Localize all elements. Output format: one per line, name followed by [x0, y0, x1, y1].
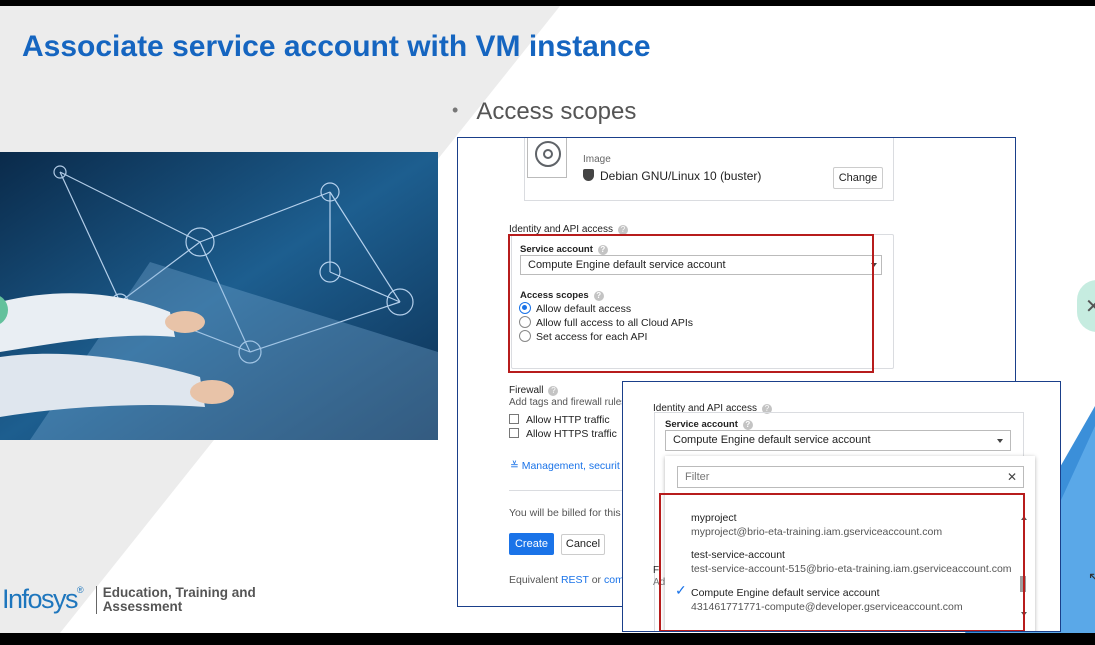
firewall-heading-text: Firewall [509, 385, 544, 396]
filter-input[interactable]: Filter ✕ [677, 466, 1024, 488]
clear-icon[interactable]: ✕ [1007, 470, 1017, 484]
logo-registered-mark: ® [77, 584, 84, 595]
image-value: Debian GNU/Linux 10 (buster) [583, 169, 761, 183]
mouse-cursor-icon: ↖ [1088, 569, 1095, 585]
create-button[interactable]: Create [509, 533, 554, 555]
equivalent-line: Equivalent REST or comm [509, 574, 633, 586]
management-link[interactable]: ≚ Management, securit [510, 460, 620, 472]
highlight-box [508, 234, 874, 373]
chevron-down-icon [997, 439, 1003, 443]
or-text: or [591, 574, 602, 586]
bullet-dot-icon: • [452, 100, 459, 120]
logo-tagline-line1: Education, Training and [102, 584, 256, 600]
logo-divider [95, 585, 97, 614]
shield-icon [583, 169, 594, 181]
change-button[interactable]: Change [833, 167, 883, 189]
allow-http-checkbox[interactable]: Allow HTTP traffic [509, 414, 610, 426]
allow-http-label: Allow HTTP traffic [526, 414, 610, 426]
technology-photo [0, 152, 438, 440]
checkbox-icon[interactable] [509, 414, 519, 424]
cancel-button[interactable]: Cancel [561, 534, 605, 555]
image-os-text: Debian GNU/Linux 10 (buster) [600, 169, 762, 183]
close-icon: ✕ [1085, 296, 1095, 318]
chevron-double-down-icon: ≚ [510, 460, 522, 472]
boot-disk-card: Image Debian GNU/Linux 10 (buster) Chang… [524, 138, 894, 201]
service-account-dropdown-screenshot: Identity and API access? Service account… [622, 381, 1061, 632]
image-label: Image [583, 154, 611, 165]
bullet-text: Access scopes [476, 98, 637, 125]
logo-tagline: Education, Training and Assessment [102, 584, 256, 614]
service-account-select[interactable]: Compute Engine default service account [665, 430, 1011, 451]
help-icon[interactable]: ? [742, 420, 753, 430]
checkbox-icon[interactable] [509, 428, 519, 438]
bullet-access-scopes: • Access scopes [452, 98, 636, 126]
service-account-label: Service account? [665, 419, 753, 430]
management-link-text: Management, securit [521, 460, 620, 472]
logo-word: Infosys [2, 584, 79, 614]
infosys-logo: Infosys ® Education, Training and Assess… [2, 584, 256, 615]
filter-placeholder: Filter [685, 471, 710, 483]
highlight-box [659, 493, 1025, 631]
billing-text: You will be billed for this [509, 507, 621, 519]
help-icon[interactable]: ? [548, 386, 559, 396]
service-account-value: Compute Engine default service account [673, 434, 871, 446]
slide-title: Associate service account with VM instan… [22, 30, 651, 63]
firewall-heading: Firewall? [509, 385, 559, 396]
firewall-subtext: Add tags and firewall rules [509, 397, 627, 408]
rest-link[interactable]: REST [561, 574, 589, 586]
service-account-label-text: Service account [665, 419, 738, 430]
disk-image-icon [527, 138, 567, 178]
allow-https-checkbox[interactable]: Allow HTTPS traffic [509, 428, 617, 440]
allow-https-label: Allow HTTPS traffic [526, 428, 617, 440]
logo-tagline-line2: Assessment [102, 598, 183, 614]
equivalent-prefix: Equivalent [509, 574, 559, 586]
